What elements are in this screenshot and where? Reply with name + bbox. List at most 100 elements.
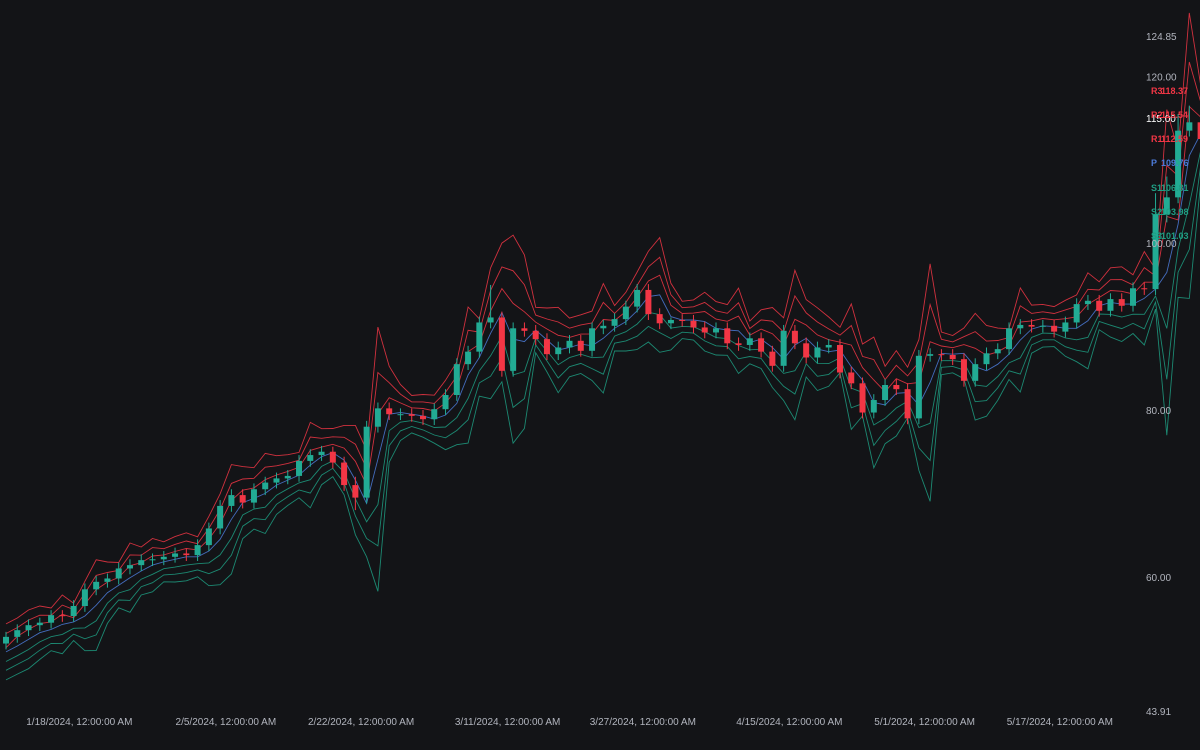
candle-body [555, 347, 562, 355]
candle-body [205, 528, 212, 546]
chart-container: 124.85 120.00 100.00 80.00 60.00 43.91 115.00 … [0, 0, 1200, 750]
candle [701, 321, 708, 339]
candle [104, 573, 111, 588]
candle-body [408, 414, 415, 416]
y-tick-label: 124.85 [1146, 32, 1177, 43]
candle-body [149, 559, 156, 561]
candle-body [769, 351, 776, 366]
candle-body [419, 415, 426, 420]
candle-body [363, 426, 370, 498]
candle [521, 322, 528, 337]
candle [814, 341, 821, 364]
candle-body [1141, 288, 1148, 290]
candle [115, 562, 122, 585]
candle [1084, 294, 1091, 310]
candle-body [1028, 324, 1035, 327]
candle [904, 383, 911, 425]
candle-body [431, 409, 438, 420]
candle [566, 334, 573, 354]
candle-body [59, 615, 66, 617]
candle [915, 349, 922, 425]
candle [59, 610, 66, 622]
candle-body [814, 347, 821, 358]
candle [307, 449, 314, 467]
candle [679, 314, 686, 327]
y-tick-label: 60.00 [1146, 573, 1171, 584]
candle-body [589, 328, 596, 351]
candle [724, 322, 731, 350]
candle-body [36, 622, 43, 626]
candle-body [138, 560, 145, 566]
candle [363, 420, 370, 504]
candle-body [183, 553, 190, 556]
candle-body [487, 317, 494, 323]
candle [14, 624, 21, 643]
candle [386, 402, 393, 421]
candle [160, 550, 167, 566]
candle-body [600, 325, 607, 329]
candle-body [825, 344, 832, 348]
x-tick-label: 3/11/2024, 12:00:00 AM [455, 717, 560, 728]
candle [3, 631, 9, 650]
candle-body [386, 408, 393, 415]
candle-body [791, 330, 798, 344]
candle [859, 377, 866, 419]
candle [690, 314, 697, 334]
candle-body [93, 581, 100, 590]
candle-body [994, 349, 1001, 354]
candle-body [780, 330, 787, 366]
candle [791, 324, 798, 350]
candle-body [352, 485, 359, 498]
pivot-label-value: 115.54 [1161, 110, 1188, 120]
candle-body [532, 330, 539, 340]
candle-body [803, 343, 810, 358]
candle-body [543, 339, 550, 355]
candle [780, 324, 787, 372]
candle-body [273, 478, 280, 483]
candle-body [284, 475, 291, 479]
x-tick-label: 4/15/2024, 12:00:00 AM [736, 717, 842, 728]
candle [1107, 293, 1114, 317]
candle-body [893, 385, 900, 390]
candle-body [194, 545, 201, 556]
pivot-label-value: 103.98 [1161, 207, 1189, 217]
candle-body [239, 495, 246, 503]
candle [138, 554, 145, 571]
candle [296, 455, 303, 482]
candle-body [318, 451, 325, 456]
candle [1062, 316, 1069, 338]
candle-body [915, 355, 922, 419]
candle-body [172, 553, 179, 557]
candles [3, 105, 1200, 650]
candle [442, 389, 449, 416]
candle [453, 358, 460, 401]
candle-body [104, 578, 111, 582]
candle-body [904, 389, 911, 419]
candle [758, 332, 765, 358]
candle [36, 617, 43, 632]
candle-body [1017, 324, 1024, 329]
candle-body [870, 400, 877, 413]
candle [589, 322, 596, 357]
candle [228, 489, 235, 512]
candle [1006, 322, 1013, 355]
candle-body [3, 636, 9, 644]
candle-body [329, 451, 336, 463]
candle-body [1096, 300, 1103, 311]
x-tick-label: 3/27/2024, 12:00:00 AM [590, 717, 696, 728]
pivot-label-value: 101.03 [1161, 231, 1189, 241]
candle-body [453, 364, 460, 396]
pivot-label-tag: P [1151, 158, 1157, 168]
candle [1096, 294, 1103, 317]
candlestick-chart: 124.85120.00100.0080.0060.0043.91115.00 … [3, 12, 1200, 728]
candle [126, 559, 133, 575]
candle-body [307, 455, 314, 461]
pivot-label-value: 106.81 [1161, 183, 1189, 193]
candle-body [882, 385, 889, 401]
candle-body [498, 317, 505, 371]
candle-body [724, 328, 731, 344]
candle [1051, 319, 1058, 338]
pivot-line-s1 [5, 151, 1200, 662]
candle [1130, 282, 1136, 312]
candle-body [397, 414, 404, 416]
